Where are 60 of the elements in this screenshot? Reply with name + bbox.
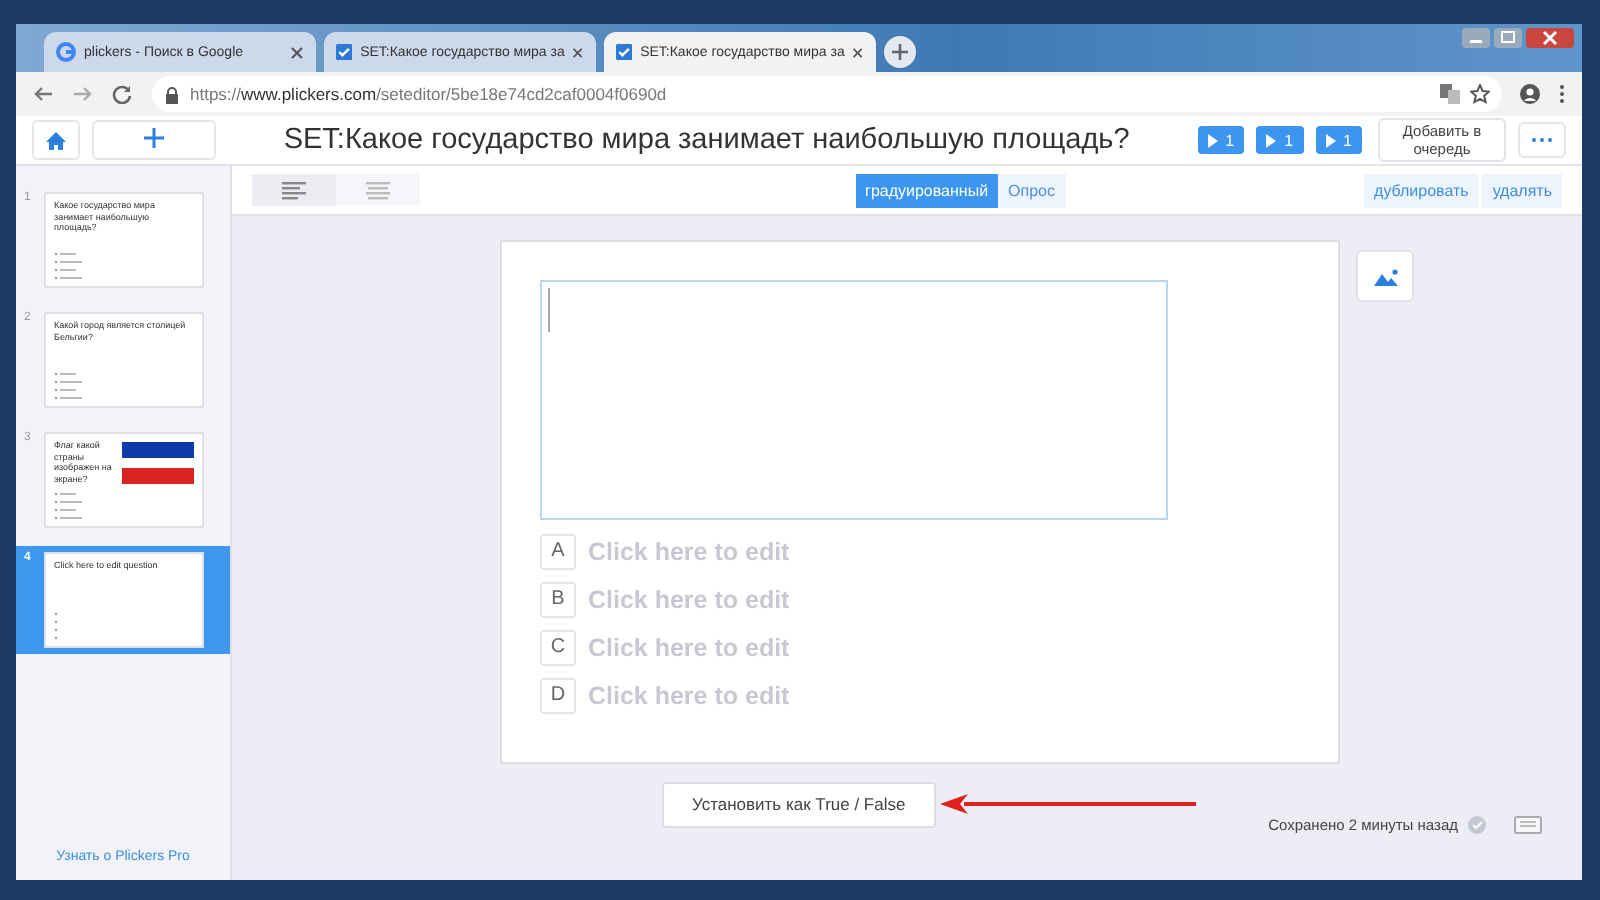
answer-field[interactable]: Click here to edit	[588, 682, 790, 710]
google-icon	[56, 42, 76, 62]
new-set-button[interactable]	[92, 120, 216, 160]
layout-toggle[interactable]	[336, 174, 420, 206]
maximize-icon	[1494, 28, 1522, 48]
action-button[interactable]: удалять	[1482, 173, 1562, 207]
close-tab-icon	[290, 45, 304, 59]
back-arrow-icon	[32, 84, 54, 104]
play-button[interactable]: 1	[1197, 126, 1245, 154]
question-type-tab[interactable]: градуированный	[855, 173, 999, 207]
forward-arrow-icon	[72, 84, 94, 104]
answer-lines-drawing	[54, 492, 82, 520]
new-tab-button[interactable]	[884, 36, 916, 68]
answer-field[interactable]: Click here to edit	[588, 634, 790, 662]
address-bar[interactable]: https://www.plickers.com/seteditor/5be18e74cd2caf0004f0690d	[152, 76, 1502, 112]
question-type-tab[interactable]: Опрос	[998, 173, 1065, 207]
choice-letter: D	[540, 678, 576, 714]
answer-lines-drawing	[54, 252, 82, 280]
question-field[interactable]	[540, 280, 1168, 520]
close-icon	[1526, 28, 1574, 48]
choice-letter: A	[540, 534, 576, 570]
true-false-button[interactable]: Установить как True / False	[662, 781, 936, 827]
answer-field[interactable]: Click here to edit	[588, 586, 790, 614]
add-image-button[interactable]	[1356, 250, 1414, 302]
image-icon	[1373, 267, 1397, 285]
layout-toggle[interactable]	[252, 174, 336, 206]
choice-letter: C	[540, 630, 576, 666]
keyboard-icon	[1514, 815, 1542, 833]
minimize-icon	[1462, 28, 1490, 48]
translate-icon	[1440, 84, 1460, 104]
align-center-icon	[366, 181, 390, 199]
choice-letter: B	[540, 582, 576, 618]
play-icon	[1266, 133, 1277, 147]
action-button[interactable]: дублировать	[1364, 173, 1479, 207]
close-tab-icon	[572, 45, 584, 59]
align-left-icon	[282, 181, 306, 199]
more-button[interactable]	[1518, 122, 1566, 158]
play-icon	[1325, 133, 1336, 147]
flag-stripe-drawing	[122, 468, 194, 484]
play-icon	[1207, 133, 1218, 147]
plus-icon	[144, 128, 164, 148]
play-button[interactable]: 1	[1315, 126, 1362, 154]
menu-icon	[1558, 84, 1566, 104]
star-icon	[1470, 84, 1490, 104]
home-icon	[46, 131, 66, 149]
checkbox-icon	[616, 42, 633, 62]
close-tab-icon	[852, 45, 864, 59]
lock-icon	[164, 85, 180, 103]
play-button[interactable]: 1	[1256, 126, 1304, 154]
reload-icon	[112, 84, 134, 104]
answer-field[interactable]: Click here to edit	[588, 538, 790, 566]
set-title: SET:Какое государство мира занимает наибольшую площадь?	[281, 124, 1132, 156]
answer-lines-drawing	[54, 372, 82, 400]
flag-stripe-drawing	[122, 442, 194, 458]
checkbox-icon	[336, 42, 353, 62]
check-circle-icon	[1468, 815, 1486, 833]
account-icon	[1520, 84, 1540, 104]
plus-icon	[892, 44, 908, 60]
url-text: https://www.plickers.com/seteditor/5be18e74cd2caf0004f0690d	[190, 84, 667, 104]
home-button[interactable]	[32, 120, 80, 160]
